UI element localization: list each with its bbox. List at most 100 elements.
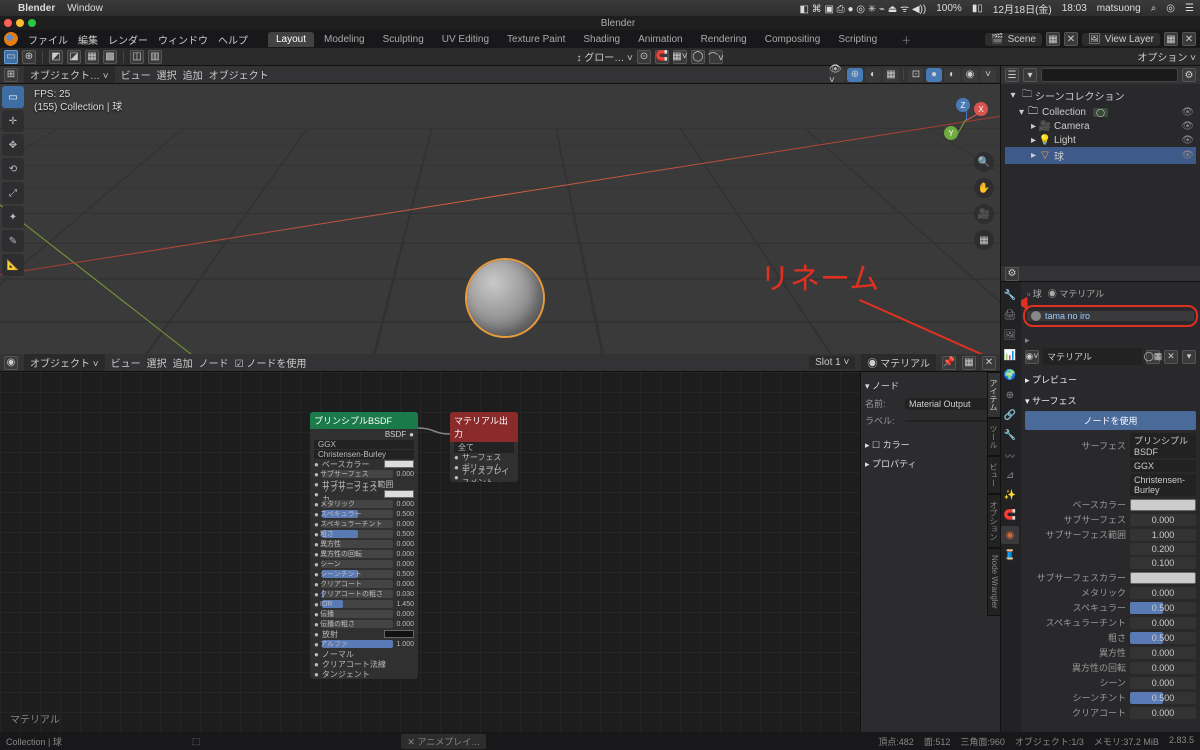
scene-delete-button[interactable]: ✕ [1064, 32, 1078, 46]
select-box-tool[interactable]: ▭ [2, 86, 24, 108]
material-property[interactable]: 異方性0.000 [1025, 645, 1196, 660]
date[interactable]: 12月18日(金) [993, 1, 1052, 16]
y-axis-handle[interactable]: Y [944, 126, 958, 140]
select-mode-5[interactable]: ◫ [130, 50, 144, 64]
props-tab-12[interactable]: ◉ [1001, 526, 1019, 544]
outliner-filter-button[interactable]: ⚙ [1182, 68, 1196, 82]
select-mode-6[interactable]: ▥ [148, 50, 162, 64]
vp-menu-add[interactable]: 追加 [183, 67, 203, 82]
select-tool-icon[interactable]: ▭ [4, 50, 18, 64]
select-mode-2[interactable]: ◪ [67, 50, 81, 64]
measure-tool[interactable]: 📐 [2, 254, 24, 276]
material-property[interactable]: シーンチント0.500 [1025, 690, 1196, 705]
bsdf-input[interactable]: ● 放射 [310, 629, 418, 639]
outliner-type-icon[interactable]: ☰ [1005, 68, 1019, 82]
scale-tool[interactable]: ⤢ [2, 182, 24, 204]
outliner-search-input[interactable] [1041, 68, 1178, 82]
menu-help[interactable]: ヘルプ [218, 32, 248, 47]
workspace-tab-sculpting[interactable]: Sculpting [375, 32, 432, 47]
bsdf-input[interactable]: ● 異方性の回転0.000 [310, 549, 418, 559]
material-unlink[interactable]: ✕ [1164, 350, 1178, 364]
props-tab-1[interactable]: 🖨 [1001, 306, 1019, 324]
material-browse-button[interactable]: ◉˅ [1025, 350, 1039, 364]
mode-selector[interactable]: オブジェクト… ˅ [24, 66, 115, 83]
material-slot[interactable]: tama no iro [1027, 311, 1194, 321]
node-mode[interactable]: オブジェクト ˅ [24, 354, 105, 371]
bsdf-input[interactable]: ● サブサーフェス0.000 [310, 469, 418, 479]
viewlayer-new-button[interactable]: ▦ [1164, 32, 1178, 46]
pan-button[interactable]: ✋ [974, 178, 994, 198]
props-editor-icon[interactable]: ⚙ [1005, 267, 1019, 281]
material-slot-name[interactable]: tama no iro [1045, 311, 1090, 321]
shading-wireframe[interactable]: ⊡ [908, 68, 924, 82]
ne-menu-view[interactable]: ビュー [111, 355, 141, 370]
principled-bsdf-node[interactable]: プリンシプルBSDF BSDF ● GGX Christensen-Burley… [310, 412, 418, 679]
material-property[interactable]: 異方性の回転0.000 [1025, 660, 1196, 675]
bsdf-input[interactable]: ● メタリック0.000 [310, 499, 418, 509]
annotate-tool[interactable]: ✎ [2, 230, 24, 252]
pivot-icon[interactable]: ⊙ [637, 50, 651, 64]
overlay-toggle[interactable]: ◐ [865, 68, 881, 82]
vp-menu-object[interactable]: オブジェクト [209, 67, 269, 82]
options-dropdown[interactable]: オプション ˅ [1137, 49, 1196, 64]
cursor-tool-icon[interactable]: ⊕ [22, 50, 36, 64]
mat-unlink-button[interactable]: ✕ [982, 356, 996, 370]
props-tab-10[interactable]: ✨ [1001, 486, 1019, 504]
props-tab-0[interactable]: 🔧 [1001, 286, 1019, 304]
bsdf-input[interactable]: ● ベースカラー [310, 459, 418, 469]
bsdf-input[interactable]: ● クリアコート0.000 [310, 579, 418, 589]
xray-toggle[interactable]: ▦ [883, 68, 899, 82]
transform-tool[interactable]: ✦ [2, 206, 24, 228]
transform-orientation[interactable]: ↕ グロー… ˅ [576, 49, 632, 64]
ntab-view[interactable]: ビュー [987, 456, 1000, 494]
ne-menu-node[interactable]: ノード [199, 355, 229, 370]
x-axis-handle[interactable]: X [974, 102, 988, 116]
nav-gizmo[interactable]: X Y Z [944, 98, 988, 142]
snap-type[interactable]: ▦˅ [673, 50, 687, 64]
sphere-object[interactable] [467, 260, 543, 336]
props-tab-2[interactable]: 🖼 [1001, 326, 1019, 344]
ntab-item[interactable]: アイテム [987, 372, 1000, 418]
editor-type-icon[interactable]: ⊞ [4, 68, 18, 82]
material-selector[interactable]: ◉ マテリアル [861, 354, 936, 371]
outliner-item[interactable]: ▸ 💡 Light👁 [1005, 133, 1196, 147]
outliner-item[interactable]: ▸ 🎥 Camera👁 [1005, 119, 1196, 133]
select-mode-4[interactable]: ▩ [103, 50, 117, 64]
node-label-field[interactable] [905, 420, 996, 422]
ntab-nodewrangler[interactable]: Node Wrangler [987, 548, 1000, 616]
maximize-window-button[interactable] [28, 19, 36, 27]
ortho-toggle-button[interactable]: ▦ [974, 230, 994, 250]
add-workspace-button[interactable]: ＋ [895, 30, 917, 49]
workspace-tab-layout[interactable]: Layout [268, 32, 314, 47]
material-property[interactable]: スペキュラー0.500 [1025, 600, 1196, 615]
outliner-display-mode[interactable]: ▾ [1023, 68, 1037, 82]
bsdf-input[interactable]: ● 粗さ0.500 [310, 529, 418, 539]
editor-type-shader-icon[interactable]: ◉ [4, 356, 18, 370]
preview-section[interactable]: ▸ プレビュー [1025, 371, 1196, 388]
bsdf-input[interactable]: ● 伝播の粗さ0.000 [310, 619, 418, 629]
snap-toggle[interactable]: 🧲 [655, 50, 669, 64]
bsdf-input[interactable]: ● IOR1.450 [310, 599, 418, 609]
scene-new-button[interactable]: ▦ [1046, 32, 1060, 46]
workspace-tab-compositing[interactable]: Compositing [757, 32, 829, 47]
props-tab-5[interactable]: ⊕ [1001, 386, 1019, 404]
bsdf-input[interactable]: ● サブサーフェスカ… [310, 489, 418, 499]
props-tab-9[interactable]: ⊿ [1001, 466, 1019, 484]
bsdf-input[interactable]: ● 伝播0.000 [310, 609, 418, 619]
material-property[interactable]: クリアコート0.000 [1025, 705, 1196, 720]
shading-solid[interactable]: ● [926, 68, 942, 82]
material-property[interactable]: スペキュラーチント0.000 [1025, 615, 1196, 630]
slot-selector[interactable]: Slot 1 ˅ [809, 356, 855, 369]
bsdf-input[interactable]: ● シーンチント0.500 [310, 569, 418, 579]
viewlayer-selector[interactable]: 🖼 View Layer [1082, 33, 1160, 46]
menu-window[interactable]: ウィンドウ [158, 32, 208, 47]
material-property[interactable]: 0.100 [1025, 556, 1196, 570]
mac-app-name[interactable]: Blender [18, 3, 55, 14]
ntab-options[interactable]: オプション [987, 494, 1000, 548]
prop-edit-toggle[interactable]: ◯ [691, 50, 705, 64]
select-mode-1[interactable]: ◩ [49, 50, 63, 64]
outliner-root[interactable]: ▾🗀 シーンコレクション [1005, 86, 1196, 105]
control-center-icon[interactable]: ☰ [1185, 3, 1194, 14]
distribution-dd[interactable]: GGX [1130, 460, 1196, 472]
shading-rendered[interactable]: ◉ [962, 68, 978, 82]
